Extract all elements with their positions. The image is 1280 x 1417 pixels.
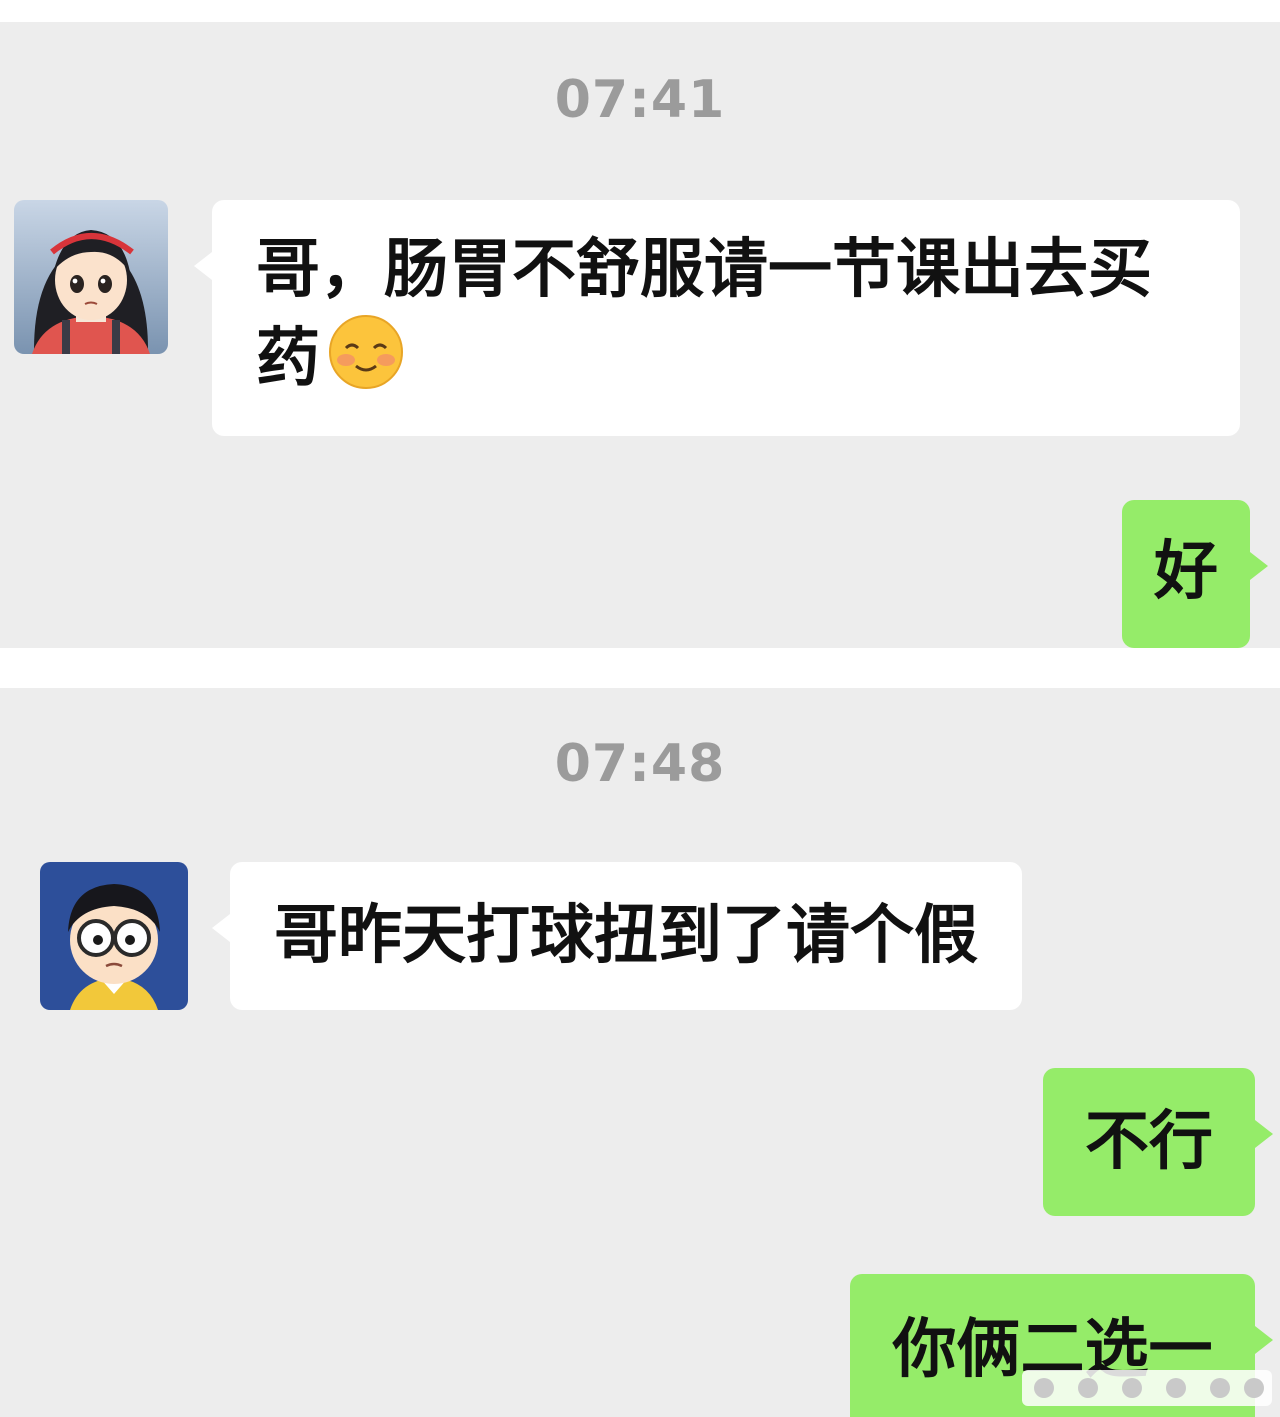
message-text: 好 (1154, 535, 1218, 609)
chat-screenshot-1: 07:41 哥，肠胃不舒服请一节课出去买药 好 (0, 22, 1280, 648)
message-bubble-received[interactable]: 哥，肠胃不舒服请一节课出去买药 (194, 200, 1240, 436)
message-bubble-sent[interactable]: 好 (1122, 500, 1268, 648)
watermark-dot (1244, 1378, 1264, 1398)
chat-screenshot-2: 07:48 哥昨天打球扭到了请个假 不行 你俩二选一 (0, 688, 1280, 1417)
timestamp: 07:48 (554, 734, 726, 794)
girl-avatar[interactable] (14, 200, 168, 354)
boy-glasses-avatar[interactable] (40, 862, 188, 1010)
watermark-dot (1122, 1378, 1142, 1398)
girl-avatar-icon (14, 200, 168, 354)
boy-glasses-avatar-icon (40, 862, 188, 1010)
message-bubble-received[interactable]: 哥昨天打球扭到了请个假 (212, 862, 1022, 1010)
watermark-dot (1210, 1378, 1230, 1398)
message-text: 哥昨天打球扭到了请个假 (274, 899, 978, 973)
watermark-dot (1034, 1378, 1054, 1398)
message-bubble-sent[interactable]: 不行 (1043, 1068, 1273, 1216)
blushing-smile-emoji-icon (328, 314, 404, 413)
watermark (1022, 1370, 1272, 1406)
watermark-dot (1166, 1378, 1186, 1398)
message-text: 不行 (1085, 1105, 1213, 1179)
watermark-dot (1078, 1378, 1098, 1398)
timestamp: 07:41 (554, 70, 726, 130)
